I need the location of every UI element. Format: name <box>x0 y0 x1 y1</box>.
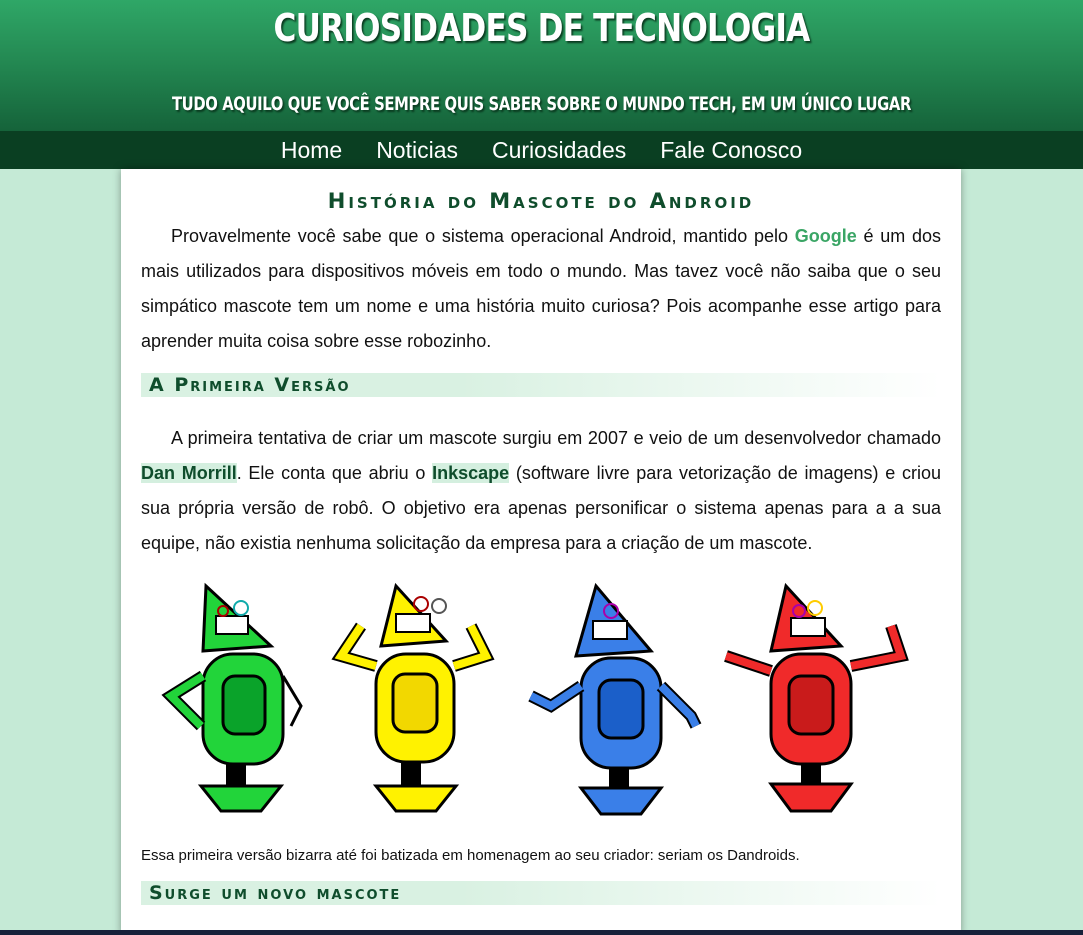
article-container: História do Mascote do Android Provavelm… <box>121 169 961 935</box>
google-link[interactable]: Google <box>795 226 857 246</box>
site-header: CURIOSIDADES DE TECNOLOGIA TUDO AQUILO Q… <box>0 0 1083 131</box>
intro-paragraph: Provavelmente você sabe que o sistema op… <box>141 219 941 359</box>
bottom-bar <box>0 930 1083 935</box>
inkscape-link[interactable]: Inkscape <box>432 463 510 483</box>
article-title: História do Mascote do Android <box>327 189 755 213</box>
section1-text-1: A primeira tentativa de criar um mascote… <box>171 428 941 448</box>
yellow-robot <box>331 582 495 813</box>
image-caption: Essa primeira versão bizarra até foi bat… <box>141 847 800 864</box>
site-title: CURIOSIDADES DE TECNOLOGIA <box>273 6 811 50</box>
nav-home-link[interactable]: Home <box>281 137 342 163</box>
nav-noticias-link[interactable]: Noticias <box>376 137 458 163</box>
main-nav: Home Noticias Curiosidades Fale Conosco <box>0 131 1083 169</box>
blue-robot <box>528 582 702 816</box>
section-heading-primeira-versao: A Primeira Versão <box>141 373 941 397</box>
section1-paragraph: A primeira tentativa de criar um mascote… <box>141 421 941 561</box>
dan-morrill-link[interactable]: Dan Morrill <box>141 463 237 483</box>
intro-text-1: Provavelmente você sabe que o sistema op… <box>171 226 795 246</box>
section1-text-2: . Ele conta que abriu o <box>236 463 433 483</box>
section-heading-novo-mascote: Surge um novo mascote <box>141 881 941 905</box>
dandroids-image <box>141 576 941 846</box>
green-robot <box>161 582 303 813</box>
red-robot <box>724 582 909 813</box>
nav-curiosidades-link[interactable]: Curiosidades <box>492 137 626 163</box>
site-subtitle: TUDO AQUILO QUE VOCÊ SEMPRE QUIS SABER S… <box>171 93 912 115</box>
nav-fale-conosco-link[interactable]: Fale Conosco <box>660 137 802 163</box>
